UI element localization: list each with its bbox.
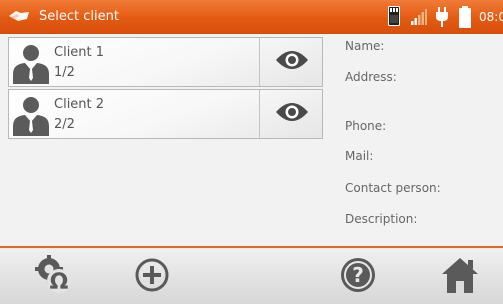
view-client-button[interactable] — [259, 38, 323, 86]
client-name: Client 1 — [54, 45, 105, 60]
help-button[interactable]: ? — [334, 254, 382, 300]
address-label: Address: — [345, 70, 397, 84]
bottom-toolbar: Ω ? — [0, 248, 503, 304]
person-icon — [11, 94, 51, 140]
client-count: 1/2 — [54, 65, 75, 80]
sd-card-icon — [388, 6, 400, 30]
add-icon — [133, 256, 171, 298]
client-name: Client 2 — [54, 97, 105, 112]
help-icon: ? — [339, 256, 377, 298]
resistance-settings-button[interactable]: Ω — [30, 254, 78, 300]
eye-icon — [275, 49, 309, 75]
client-folder-icon — [7, 8, 31, 28]
name-label: Name: — [345, 39, 385, 53]
clock: 08:08 — [479, 10, 503, 24]
svg-text:?: ? — [352, 263, 364, 287]
power-plug-icon — [436, 7, 448, 31]
person-icon — [11, 42, 51, 88]
home-icon — [440, 255, 480, 299]
add-client-button[interactable] — [128, 254, 176, 300]
resistance-settings-icon: Ω — [34, 255, 74, 299]
svg-text:Ω: Ω — [50, 270, 69, 295]
client-count: 2/2 — [54, 117, 75, 132]
page-title: Select client — [39, 9, 119, 24]
phone-label: Phone: — [345, 119, 387, 133]
client-list-item[interactable]: Client 1 1/2 — [8, 37, 323, 87]
description-label: Description: — [345, 212, 418, 226]
home-button[interactable] — [436, 254, 484, 300]
view-client-button[interactable] — [259, 90, 323, 138]
contact-person-label: Contact person: — [345, 181, 441, 195]
signal-strength-icon — [411, 9, 427, 29]
title-bar: Select client 08:08 — [0, 0, 503, 34]
client-list-item[interactable]: Client 2 2/2 — [8, 89, 323, 139]
battery-icon — [459, 6, 471, 32]
mail-label: Mail: — [345, 149, 374, 163]
eye-icon — [275, 101, 309, 127]
